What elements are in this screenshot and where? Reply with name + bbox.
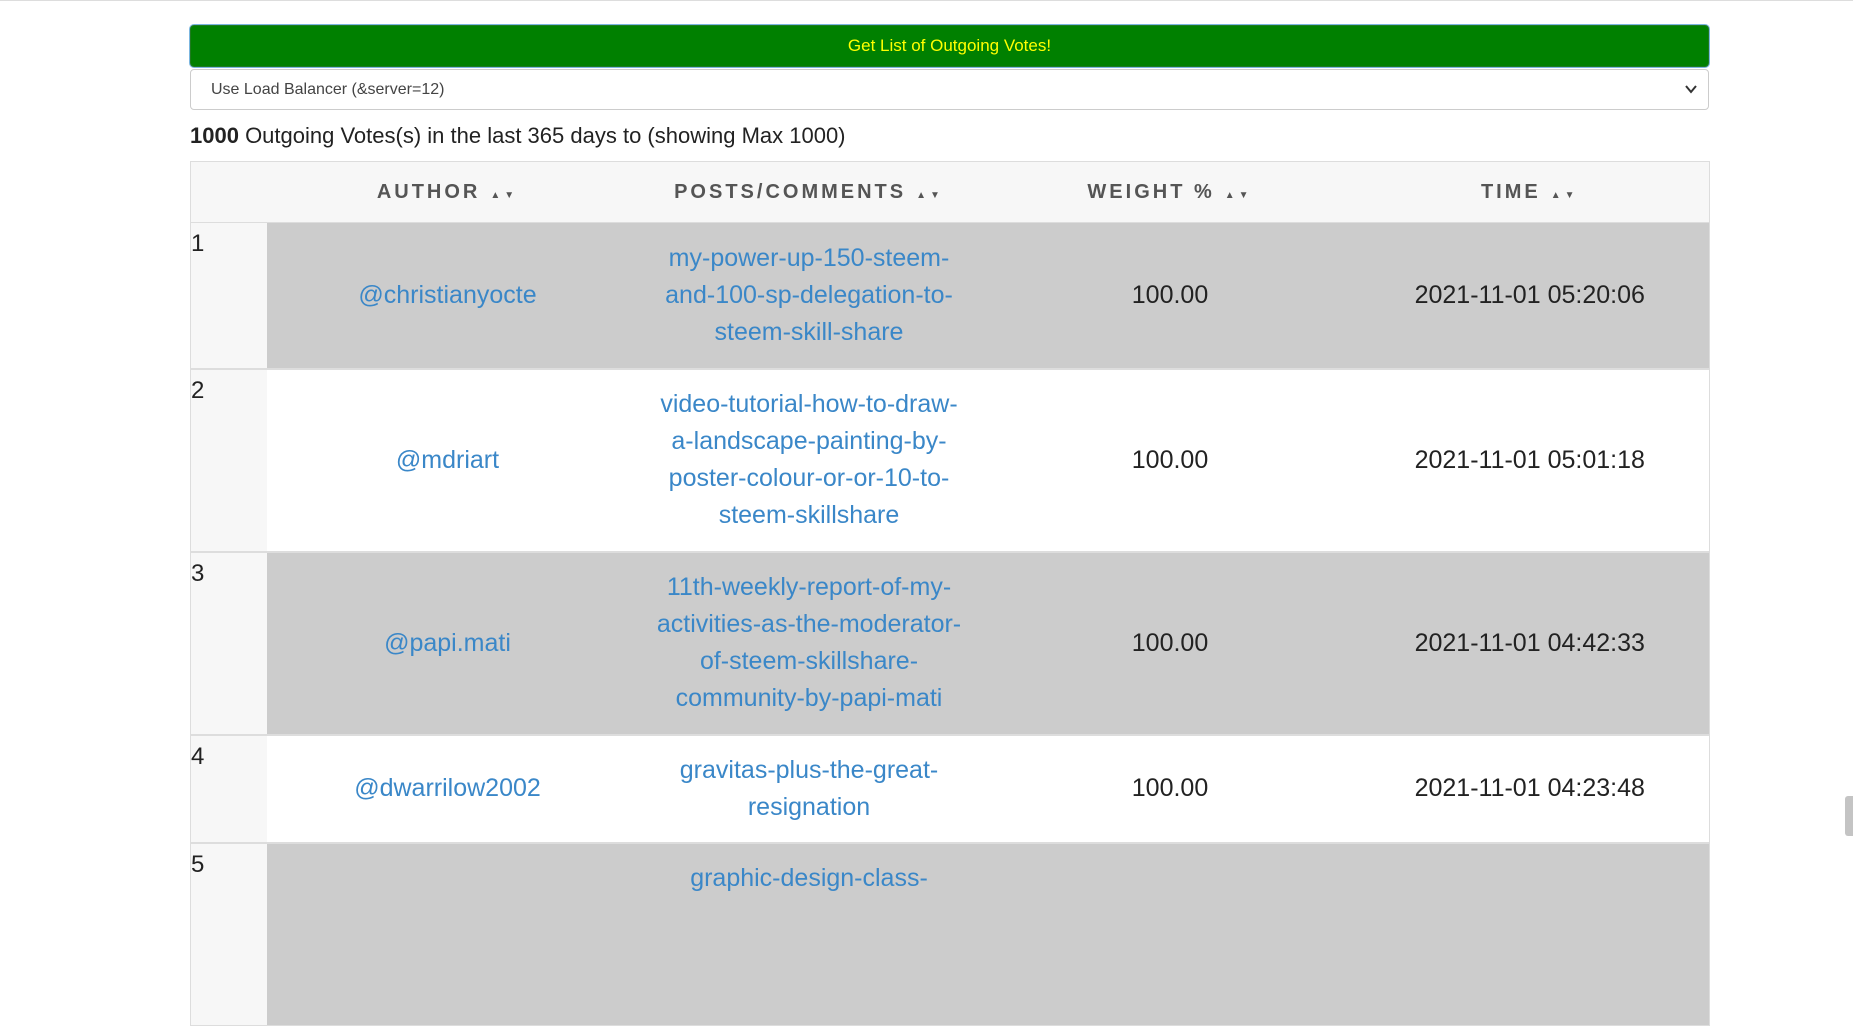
- posts-header[interactable]: POSTS/COMMENTS ▲▼: [628, 161, 990, 223]
- table-row: 2 @mdriart video-tutorial-how-to-draw-a-…: [190, 367, 1710, 552]
- post-link[interactable]: gravitas-plus-the-great-resignation: [680, 756, 938, 821]
- author-cell: @papi.mati: [266, 550, 629, 735]
- sort-icon[interactable]: ▲▼: [490, 190, 518, 201]
- post-link-line: community-by-papi-mati: [675, 684, 943, 712]
- table-row: 3 @papi.mati 11th-weekly-report-of-my-ac…: [190, 550, 1710, 735]
- time-cell: 2021-11-01 05:20:06: [1350, 222, 1710, 369]
- sort-icon[interactable]: ▲▼: [1551, 190, 1579, 201]
- author-link[interactable]: @papi.mati: [384, 629, 511, 657]
- post-link-line: activities-as-the-moderator-: [656, 610, 962, 638]
- sort-icon[interactable]: ▲▼: [1225, 190, 1253, 201]
- post-link[interactable]: 11th-weekly-report-of-my-activities-as-t…: [657, 573, 961, 712]
- votes-panel: Get List of Outgoing Votes! Use Load Bal…: [190, 25, 1710, 1026]
- row-index: 2: [190, 367, 267, 552]
- posts-header-label: POSTS/COMMENTS: [674, 180, 907, 203]
- index-header: [190, 161, 267, 223]
- chevron-down-icon: [1684, 70, 1698, 124]
- author-header[interactable]: AUTHOR ▲▼: [266, 161, 629, 223]
- post-link-line: video-tutorial-how-to-draw-: [660, 390, 958, 418]
- author-link[interactable]: @dwarrilow2002: [354, 774, 541, 802]
- post-link-line: poster-colour-or-or-10-to-: [668, 464, 950, 492]
- time-cell: 2021-11-01 05:01:18: [1350, 367, 1710, 552]
- author-cell: @dwarrilow2002: [266, 733, 629, 843]
- weight-cell: 100.00: [989, 222, 1351, 369]
- post-link[interactable]: video-tutorial-how-to-draw-a-landscape-p…: [660, 390, 957, 529]
- post-cell: gravitas-plus-the-great-resignation: [628, 733, 990, 843]
- get-outgoing-votes-button[interactable]: Get List of Outgoing Votes!: [190, 25, 1709, 67]
- post-link[interactable]: graphic-design-class-: [690, 864, 928, 892]
- row-index: 1: [190, 222, 267, 369]
- post-cell: video-tutorial-how-to-draw-a-landscape-p…: [628, 367, 990, 552]
- post-cell: graphic-design-class-: [628, 841, 990, 1026]
- weight-cell: 100.00: [989, 367, 1351, 552]
- weight-cell: 100.00: [989, 550, 1351, 735]
- author-cell: @christianyocte: [266, 222, 629, 369]
- row-index: 4: [190, 733, 267, 843]
- weight-header-label: WEIGHT %: [1087, 180, 1215, 203]
- post-link-line: a-landscape-painting-by-: [671, 427, 947, 455]
- author-cell: [266, 841, 629, 1026]
- post-cell: 11th-weekly-report-of-my-activities-as-t…: [628, 550, 990, 735]
- votes-count: 1000: [190, 123, 239, 148]
- post-link-line: resignation: [747, 792, 871, 821]
- server-select[interactable]: Use Load Balancer (&server=12): [190, 69, 1709, 110]
- post-link-line: graphic-design-class-: [690, 863, 928, 892]
- table-row: 4 @dwarrilow2002 gravitas-plus-the-great…: [190, 733, 1710, 843]
- table-header-row: AUTHOR ▲▼ POSTS/COMMENTS ▲▼ WEIGHT % ▲▼ TIM…: [190, 161, 1710, 223]
- time-header[interactable]: TIME ▲▼: [1350, 161, 1710, 223]
- post-link-line: steem-skillshare: [718, 501, 900, 529]
- scrollbar-thumb[interactable]: [1845, 796, 1853, 836]
- top-divider: [0, 0, 1853, 1]
- author-header-label: AUTHOR: [376, 180, 481, 203]
- post-link-line: my-power-up-150-steem-: [668, 243, 950, 272]
- weight-cell: 100.00: [989, 733, 1351, 843]
- post-link-line: and-100-sp-delegation-to-: [665, 280, 953, 309]
- time-cell: [1350, 841, 1710, 1026]
- post-link-line: 11th-weekly-report-of-my-: [666, 573, 952, 601]
- post-cell: my-power-up-150-steem-and-100-sp-delegat…: [628, 222, 990, 369]
- author-cell: @mdriart: [266, 367, 629, 552]
- post-link-line: steem-skill-share: [714, 317, 904, 346]
- author-link[interactable]: @mdriart: [396, 446, 499, 474]
- votes-table: AUTHOR ▲▼ POSTS/COMMENTS ▲▼ WEIGHT % ▲▼ TIM…: [190, 161, 1710, 1026]
- time-cell: 2021-11-01 04:23:48: [1350, 733, 1710, 843]
- weight-cell: [989, 841, 1351, 1026]
- table-row: 5 graphic-design-class-: [190, 841, 1710, 1026]
- weight-header[interactable]: WEIGHT % ▲▼: [989, 161, 1351, 223]
- post-link-line: of-steem-skillshare-: [699, 647, 919, 675]
- row-index: 5: [190, 841, 267, 1026]
- time-cell: 2021-11-01 04:42:33: [1350, 550, 1710, 735]
- server-select-value: Use Load Balancer (&server=12): [211, 81, 445, 98]
- time-header-label: TIME: [1480, 180, 1541, 203]
- sort-icon[interactable]: ▲▼: [916, 190, 944, 201]
- post-link[interactable]: my-power-up-150-steem-and-100-sp-delegat…: [665, 244, 953, 346]
- post-link-line: gravitas-plus-the-great-: [679, 755, 939, 784]
- author-link[interactable]: @christianyocte: [358, 281, 536, 309]
- table-row: 1 @christianyocte my-power-up-150-steem-…: [190, 222, 1710, 369]
- votes-summary-text: Outgoing Votes(s) in the last 365 days t…: [238, 123, 846, 148]
- votes-summary: 1000 Outgoing Votes(s) in the last 365 d…: [190, 120, 1709, 152]
- row-index: 3: [190, 550, 267, 735]
